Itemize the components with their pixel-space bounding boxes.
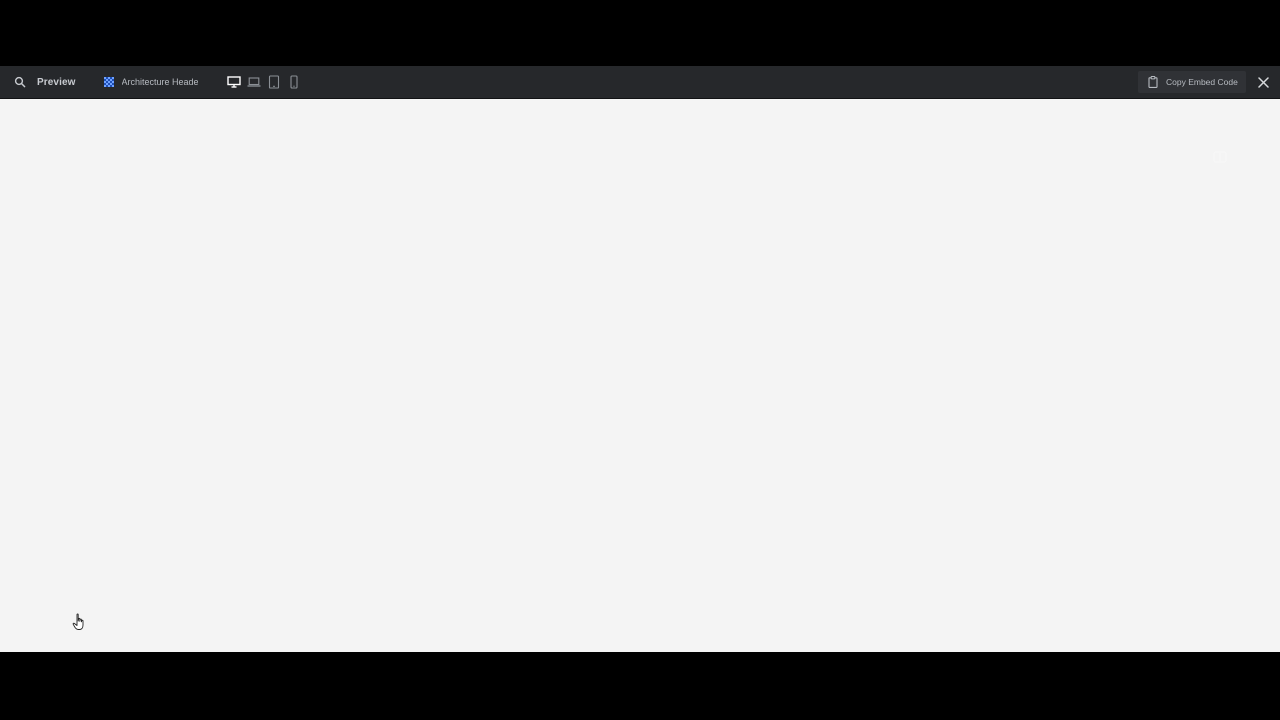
desktop-icon: [226, 76, 241, 88]
close-preview-button[interactable]: [1252, 71, 1274, 93]
device-tablet-button[interactable]: [264, 72, 284, 92]
device-desktop-button[interactable]: [224, 72, 244, 92]
copy-embed-code-button[interactable]: Copy Embed Code: [1138, 71, 1246, 93]
hand-cursor-icon: [72, 613, 84, 630]
clipboard-icon: [1148, 76, 1158, 88]
search-icon: [14, 76, 26, 88]
device-laptop-button[interactable]: [244, 72, 264, 92]
device-mobile-button[interactable]: [284, 72, 304, 92]
tablet-icon: [268, 75, 279, 89]
page-title: Preview: [37, 76, 76, 88]
preview-canvas[interactable]: [0, 99, 1280, 652]
faint-overlay-icon: [1213, 151, 1227, 163]
device-switcher: [224, 72, 304, 92]
project-name: Architecture Header: [121, 77, 198, 87]
close-icon: [1257, 76, 1269, 88]
copy-embed-code-label: Copy Embed Code: [1166, 77, 1238, 87]
preview-toolbar: Preview Architecture Header Copy Embed C…: [0, 66, 1280, 99]
mobile-icon: [289, 75, 298, 89]
screen: Preview Architecture Header Copy Embed C…: [0, 0, 1280, 720]
search-button[interactable]: [10, 72, 30, 92]
project-selector[interactable]: Architecture Header: [103, 77, 198, 87]
grid-pattern-icon: [103, 77, 114, 87]
laptop-icon: [247, 77, 261, 87]
